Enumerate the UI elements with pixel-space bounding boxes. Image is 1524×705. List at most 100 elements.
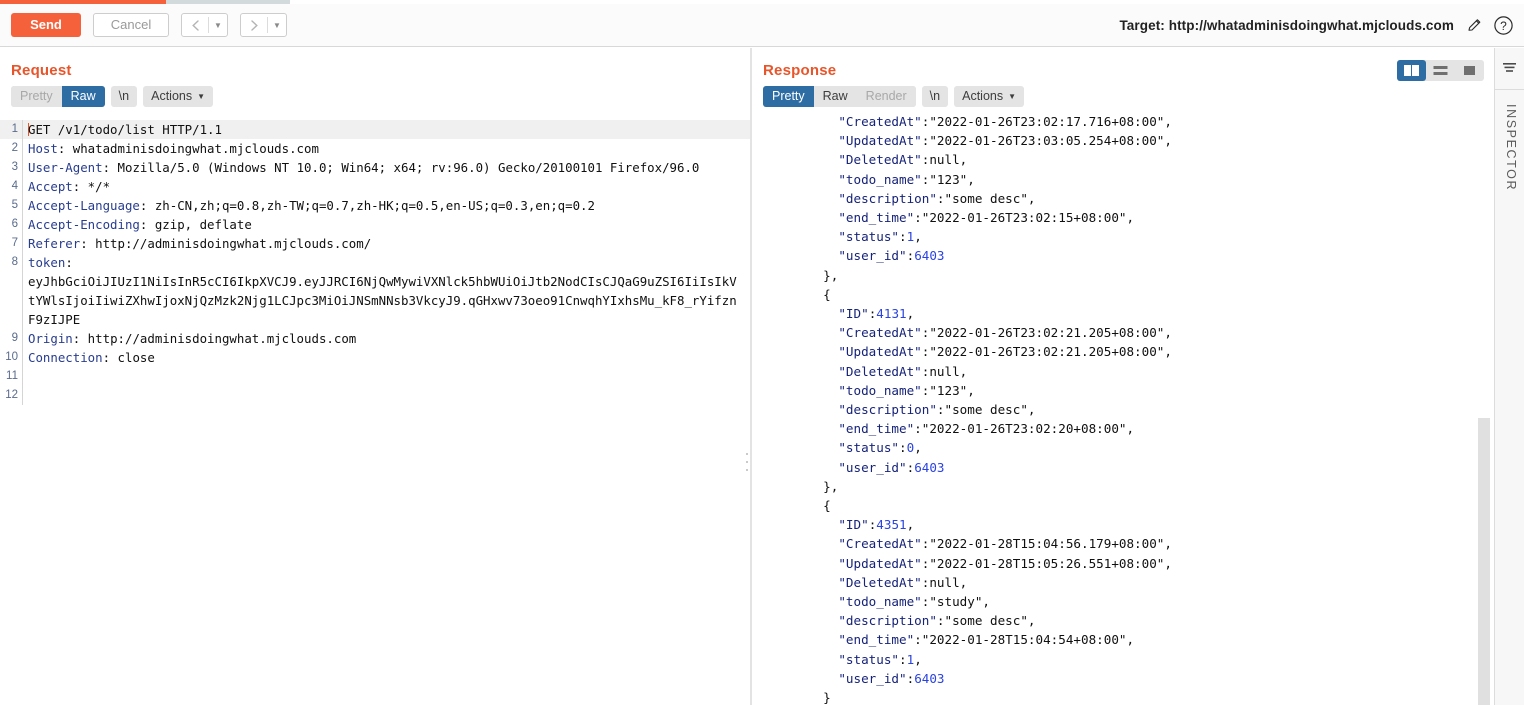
chevron-down-icon[interactable]: ▼ bbox=[209, 14, 227, 36]
header-name: Connection bbox=[28, 350, 103, 365]
inspector-toggle-button[interactable] bbox=[1495, 48, 1524, 90]
request-line-text: User-Agent: Mozilla/5.0 (Windows NT 10.0… bbox=[28, 158, 750, 177]
response-json-line: "todo_name":"123", bbox=[808, 170, 1472, 189]
request-tab-raw[interactable]: Raw bbox=[61, 86, 105, 107]
response-newline-toggle[interactable]: \n bbox=[921, 86, 949, 107]
json-value: "2022-01-26T23:02:17.716+08:00", bbox=[929, 114, 1172, 129]
line-number: 10 bbox=[5, 351, 18, 363]
json-key: "todo_name" bbox=[838, 382, 922, 398]
forward-nav-split-button[interactable]: ▼ bbox=[240, 13, 287, 37]
json-punctuation: : bbox=[936, 190, 945, 206]
line-number: 5 bbox=[11, 199, 18, 211]
json-number: 4131 bbox=[876, 306, 907, 322]
json-value: , bbox=[914, 229, 922, 245]
json-punctuation: : bbox=[899, 229, 907, 245]
line-number: 7 bbox=[11, 237, 18, 249]
inspector-lines-icon bbox=[1503, 63, 1516, 72]
cancel-button[interactable]: Cancel bbox=[93, 13, 169, 37]
response-tab-pretty[interactable]: Pretty bbox=[763, 86, 814, 107]
request-editor[interactable]: 1 GET /v1/todo/list HTTP/1.1 2 Host: whatad… bbox=[0, 120, 750, 705]
json-key: "user_id" bbox=[838, 459, 907, 475]
chevron-right-icon[interactable] bbox=[241, 14, 267, 36]
json-value: { bbox=[823, 286, 831, 302]
stacked-layout-icon[interactable] bbox=[1426, 60, 1455, 81]
json-key: "description" bbox=[838, 613, 937, 629]
json-key: "ID" bbox=[838, 517, 869, 533]
response-view-tabs: Pretty Raw Render bbox=[763, 86, 916, 107]
json-key: "description" bbox=[838, 190, 937, 206]
json-number: 4351 bbox=[876, 517, 907, 533]
side-by-side-layout-icon[interactable] bbox=[1397, 60, 1426, 81]
gutter-divider bbox=[22, 367, 23, 386]
response-json-line: "DeletedAt":null, bbox=[808, 573, 1472, 592]
header-name: User-Agent bbox=[28, 160, 103, 175]
json-number: 6403 bbox=[914, 670, 945, 686]
response-json-line: "end_time":"2022-01-28T15:04:54+08:00", bbox=[808, 630, 1472, 649]
back-nav-split-button[interactable]: ▼ bbox=[181, 13, 228, 37]
send-button[interactable]: Send bbox=[11, 13, 81, 37]
gutter-divider bbox=[22, 139, 23, 158]
chevron-down-icon: ▼ bbox=[197, 92, 206, 101]
response-json-line: } bbox=[808, 688, 1472, 705]
request-tab-pretty[interactable]: Pretty bbox=[11, 86, 62, 107]
gutter-divider bbox=[22, 234, 23, 253]
response-tab-raw[interactable]: Raw bbox=[813, 86, 857, 107]
single-pane-layout-icon[interactable] bbox=[1455, 60, 1484, 81]
response-json-line: "todo_name":"123", bbox=[808, 381, 1472, 400]
request-line-text: Host: whatadminisdoingwhat.mjclouds.com bbox=[28, 139, 750, 158]
chevron-down-icon[interactable]: ▼ bbox=[268, 14, 286, 36]
json-key: "ID" bbox=[838, 306, 869, 322]
json-key: "end_time" bbox=[838, 421, 915, 437]
line-number: 2 bbox=[11, 142, 18, 154]
request-actions-menu[interactable]: Actions ▼ bbox=[143, 86, 214, 107]
request-line-text bbox=[28, 367, 750, 386]
pencil-icon[interactable] bbox=[1464, 15, 1484, 35]
help-circle-icon[interactable]: ? bbox=[1492, 14, 1514, 36]
response-actions-menu[interactable]: Actions ▼ bbox=[954, 86, 1025, 107]
response-tab-render[interactable]: Render bbox=[856, 86, 916, 107]
request-line: 3 User-Agent: Mozilla/5.0 (Windows NT 10.… bbox=[0, 158, 750, 177]
svg-text:?: ? bbox=[1500, 19, 1507, 33]
response-json-line: "description":"some desc", bbox=[808, 400, 1472, 419]
chevron-left-icon[interactable] bbox=[182, 14, 208, 36]
json-value: }, bbox=[823, 267, 839, 283]
json-punctuation: : bbox=[914, 421, 922, 437]
repeater-toolbar: Send Cancel ▼ ▼ Target: http://whatadmin… bbox=[0, 4, 1524, 47]
response-actions-label: Actions bbox=[962, 89, 1004, 103]
gutter-divider bbox=[22, 215, 23, 234]
burp-repeater-window: Send Cancel ▼ ▼ Target: http://whatadmin… bbox=[0, 0, 1524, 705]
response-body-editor[interactable]: "CreatedAt": "2022-01-26T23:02:17.716+08:… bbox=[752, 112, 1472, 705]
json-key: "status" bbox=[838, 440, 900, 456]
gutter-divider bbox=[22, 158, 23, 177]
request-newline-toggle[interactable]: \n bbox=[110, 86, 138, 107]
json-key: "end_time" bbox=[838, 210, 915, 226]
response-pane: Response Pretty Raw Render \n Actions ▼ bbox=[752, 48, 1494, 705]
json-key: "UpdatedAt" bbox=[838, 344, 922, 360]
request-line-text: Accept-Language: zh-CN,zh;q=0.8,zh-TW;q=… bbox=[28, 196, 750, 215]
pane-drag-handle[interactable] bbox=[743, 453, 750, 471]
inspector-label[interactable]: INSPECTOR bbox=[1495, 104, 1518, 191]
line-number: 11 bbox=[6, 370, 18, 382]
response-json-line: "status":0, bbox=[808, 438, 1472, 457]
json-punctuation: : bbox=[936, 402, 945, 418]
response-scrollbar-thumb[interactable] bbox=[1478, 418, 1490, 705]
response-json-line: "CreatedAt":"2022-01-26T23:02:21.205+08:… bbox=[808, 323, 1472, 342]
json-key: "CreatedAt" bbox=[838, 325, 922, 341]
json-value: "some desc", bbox=[944, 190, 1036, 206]
request-line: 6 Accept-Encoding: gzip, deflate bbox=[0, 215, 750, 234]
response-tabrow: Pretty Raw Render \n Actions ▼ bbox=[752, 79, 1494, 107]
response-json-line: "user_id":6403 bbox=[808, 246, 1472, 265]
target-label: Target: http://whatadminisdoingwhat.mjcl… bbox=[1119, 17, 1454, 33]
response-json-line: "user_id":6403 bbox=[808, 669, 1472, 688]
response-json-line: { bbox=[808, 285, 1472, 304]
